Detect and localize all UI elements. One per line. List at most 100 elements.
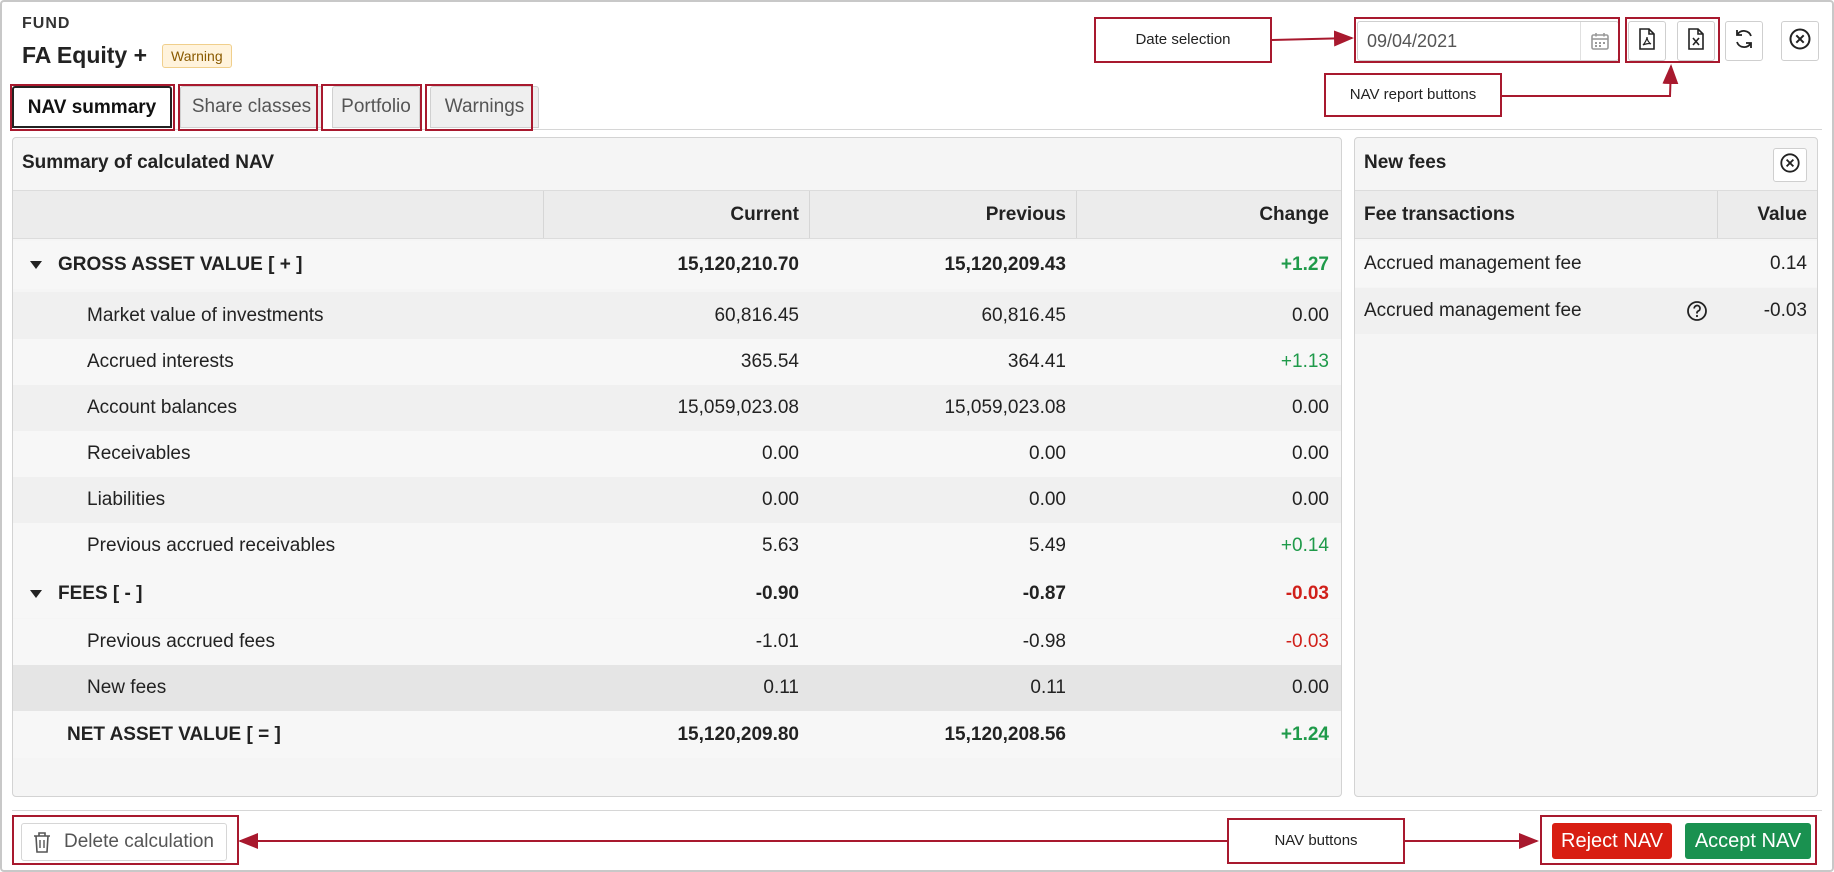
fund-title: FA Equity + — [22, 42, 148, 68]
pdf-file-icon — [1638, 27, 1656, 55]
delete-calculation-label: Delete calculation — [64, 831, 214, 852]
fee-row[interactable]: Accrued management fee 0.14 — [1355, 241, 1817, 287]
pdf-report-button[interactable] — [1628, 21, 1666, 61]
caret-down-icon[interactable] — [30, 261, 42, 269]
cell-previous: 15,059,023.08 — [944, 397, 1066, 418]
date-picker[interactable] — [1357, 21, 1619, 61]
cell-change: +0.14 — [1280, 535, 1329, 556]
fee-value: -0.03 — [1763, 300, 1807, 321]
table-row: Accrued interests 365.54 364.41 +1.13 — [13, 339, 1341, 385]
cell-current: 0.00 — [762, 489, 799, 510]
column-header-current[interactable]: Current — [543, 191, 799, 238]
close-circle-icon — [1788, 27, 1812, 56]
row-label-text: New fees — [87, 677, 167, 698]
row-label: NET ASSET VALUE [ = ] — [67, 711, 281, 758]
refresh-button[interactable] — [1725, 21, 1763, 61]
panel-title: New fees — [1364, 152, 1447, 173]
cell-current: 365.54 — [740, 351, 799, 372]
row-label-text: Liabilities — [87, 489, 166, 510]
cell-change: -0.03 — [1285, 582, 1329, 604]
reject-nav-button[interactable]: Reject NAV — [1552, 823, 1672, 859]
row-label: Liabilities — [87, 477, 165, 523]
cell-previous: 15,120,208.56 — [944, 723, 1066, 745]
trash-icon — [32, 831, 52, 853]
cell-current: 15,120,210.70 — [677, 254, 799, 275]
column-header-fee-transactions[interactable]: Fee transactions — [1364, 191, 1664, 238]
cell-previous: 5.49 — [1029, 535, 1066, 556]
panel-title: Summary of calculated NAV — [22, 152, 275, 173]
cell-current: 5.63 — [762, 535, 799, 556]
row-label: Accrued interests — [87, 339, 234, 385]
callout-report-buttons: NAV report buttons — [1324, 73, 1502, 117]
tab-share-classes[interactable]: Share classes — [180, 86, 323, 128]
table-row: NET ASSET VALUE [ = ] 15,120,209.80 15,120… — [13, 711, 1341, 758]
cell-change: +1.13 — [1280, 351, 1329, 372]
table-row: Previous accrued receivables 5.63 5.49 +0.1… — [13, 523, 1341, 569]
cell-change: +1.27 — [1280, 254, 1329, 275]
footer-divider — [12, 810, 1822, 811]
callout-nav-buttons: NAV buttons — [1227, 818, 1405, 864]
cell-previous: -0.98 — [1022, 631, 1066, 652]
tab-portfolio[interactable]: Portfolio — [332, 86, 420, 128]
table-header: Current Previous Change — [13, 190, 1341, 239]
row-label-text: GROSS ASSET VALUE [ + ] — [58, 254, 303, 275]
cell-current: 0.11 — [763, 677, 799, 698]
delete-calculation-button[interactable]: Delete calculation — [21, 823, 227, 861]
date-input[interactable] — [1358, 22, 1580, 60]
cell-current: -0.90 — [755, 582, 799, 604]
row-label: GROSS ASSET VALUE [ + ] — [30, 241, 302, 289]
cell-change: -0.03 — [1285, 631, 1329, 652]
fee-label: Accrued management fee — [1364, 253, 1582, 274]
column-header-value[interactable]: Value — [1717, 191, 1807, 238]
row-label-text: Previous accrued receivables — [87, 535, 336, 556]
cell-change: 0.00 — [1292, 443, 1329, 464]
column-header-previous[interactable]: Previous — [809, 191, 1066, 238]
excel-report-button[interactable] — [1677, 21, 1715, 61]
tab-nav-summary[interactable]: NAV summary — [12, 86, 172, 128]
cell-change: +1.24 — [1280, 723, 1329, 745]
table-row[interactable]: GROSS ASSET VALUE [ + ] 15,120,210.70 15,1… — [13, 241, 1341, 289]
tab-bar: NAV summary Share classes Portfolio Warn… — [12, 86, 1822, 130]
fee-row[interactable]: Accrued management fee -0.03 — [1355, 288, 1817, 334]
cell-change: 0.00 — [1292, 489, 1329, 510]
cell-change: 0.00 — [1292, 397, 1329, 418]
fee-label: Accrued management fee — [1364, 300, 1582, 321]
fee-value: 0.14 — [1770, 253, 1807, 274]
excel-file-icon — [1687, 27, 1705, 55]
fund-kicker: FUND — [22, 15, 71, 32]
cell-current: 60,816.45 — [714, 304, 799, 326]
callout-date-selection: Date selection — [1094, 17, 1272, 63]
calendar-icon[interactable] — [1580, 22, 1618, 60]
row-label: Market value of investments — [87, 292, 324, 339]
close-fees-panel-button[interactable] — [1773, 148, 1807, 182]
accept-nav-button[interactable]: Accept NAV — [1685, 823, 1811, 859]
table-row[interactable]: FEES [ - ] -0.90 -0.87 -0.03 — [13, 569, 1341, 618]
row-label-text: Previous accrued fees — [87, 631, 275, 652]
cell-previous: 0.00 — [1029, 443, 1066, 464]
close-button[interactable] — [1781, 21, 1819, 61]
caret-down-icon[interactable] — [30, 589, 42, 598]
row-label: Previous accrued fees — [87, 619, 275, 665]
cell-previous: 364.41 — [1007, 351, 1066, 372]
table-row: Previous accrued fees -1.01 -0.98 -0.03 — [13, 619, 1341, 665]
new-fees-panel: New fees Fee transactions Value Accrued … — [1354, 137, 1818, 797]
cell-previous: 15,120,209.43 — [944, 254, 1066, 275]
cell-current: 15,120,209.80 — [677, 723, 799, 745]
cell-current: 0.00 — [762, 443, 799, 464]
row-label-text: FEES [ - ] — [58, 582, 143, 604]
cell-current: 15,059,023.08 — [677, 397, 799, 418]
row-label-text: Account balances — [87, 397, 237, 418]
cell-previous: 0.00 — [1029, 489, 1066, 510]
tab-warnings[interactable]: Warnings — [430, 86, 539, 128]
cell-previous: 60,816.45 — [981, 304, 1066, 326]
cell-change: 0.00 — [1292, 677, 1329, 698]
table-row: Market value of investments 60,816.45 60,8… — [13, 292, 1341, 339]
row-label-text: Accrued interests — [87, 351, 234, 372]
row-label-text: Receivables — [87, 443, 191, 464]
column-header-change[interactable]: Change — [1076, 191, 1329, 238]
row-label-text: NET ASSET VALUE [ = ] — [67, 723, 281, 745]
warning-badge: Warning — [162, 44, 232, 68]
table-row: New fees 0.11 0.11 0.00 — [13, 665, 1341, 711]
cell-previous: -0.87 — [1022, 582, 1066, 604]
help-icon[interactable] — [1686, 288, 1708, 334]
